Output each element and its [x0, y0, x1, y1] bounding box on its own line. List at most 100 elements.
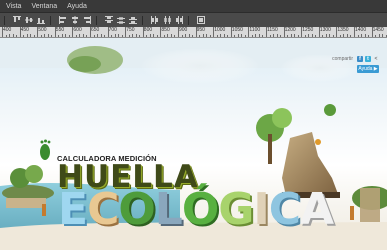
align-bottom-icon[interactable]	[36, 16, 45, 24]
ruler-minor-tick	[61, 34, 63, 37]
ruler-minor-tick	[361, 34, 363, 37]
ruler-label: 1200	[284, 27, 296, 33]
ruler-minor-tick	[114, 34, 116, 37]
ruler-minor-tick	[185, 34, 187, 37]
distribute-vcenter-icon[interactable]	[116, 16, 125, 24]
auto-align-icon[interactable]	[196, 16, 205, 24]
ruler-minor-tick	[339, 35, 341, 37]
share-label: compartir	[332, 56, 353, 62]
ruler-minor-tick	[206, 34, 208, 37]
ruler-minor-tick	[79, 34, 81, 37]
options-toolbar	[0, 12, 387, 28]
document-canvas[interactable]: compartir f t < Ayuda ▶ CALCULADORA MEDI…	[0, 38, 387, 250]
ruler-minor-tick	[364, 34, 366, 37]
ruler-minor-tick	[258, 34, 260, 37]
twitter-icon[interactable]: t	[365, 56, 371, 62]
ruler-minor-tick	[276, 34, 278, 37]
ruler-label: 800	[143, 27, 153, 33]
align-middle-icon[interactable]	[24, 16, 33, 24]
ruler-label: 400	[3, 27, 12, 33]
ruler-minor-tick	[255, 34, 257, 37]
ruler-minor-tick	[315, 35, 317, 37]
toolbar-separator	[4, 15, 5, 25]
ruler-minor-tick	[357, 35, 359, 37]
ruler-minor-tick	[40, 35, 42, 37]
ruler-minor-tick	[216, 35, 218, 37]
ruler-minor-tick	[146, 35, 148, 37]
ruler-minor-tick	[156, 35, 158, 37]
ruler-minor-tick	[167, 34, 169, 37]
ruler-label: 550	[55, 27, 65, 33]
ruler-minor-tick	[163, 35, 165, 37]
ruler-minor-tick	[322, 35, 324, 37]
ruler-minor-tick	[23, 35, 25, 37]
ruler-label: 900	[179, 27, 188, 33]
ruler-label: 1000	[214, 27, 226, 33]
align-top-icon[interactable]	[12, 16, 21, 24]
ruler-label: 1300	[319, 27, 331, 33]
ruler-label: 1100	[249, 27, 261, 33]
ruler-minor-tick	[227, 35, 229, 37]
ruler-label: 950	[196, 27, 205, 33]
ruler-minor-tick	[375, 35, 377, 37]
ruler-label: 1450	[372, 27, 384, 33]
ruler-minor-tick	[251, 35, 253, 37]
ruler-minor-tick	[311, 34, 313, 37]
title-letter: E	[58, 184, 88, 235]
ruler-label: 1150	[267, 27, 278, 33]
ruler-minor-tick	[209, 35, 211, 37]
ruler-minor-tick	[202, 34, 204, 37]
ruler-label: 750	[126, 27, 135, 33]
ruler-minor-tick	[149, 34, 151, 37]
title-letter: C	[268, 184, 301, 235]
ruler-minor-tick	[378, 34, 380, 37]
title-letter: I	[253, 184, 269, 235]
facebook-icon[interactable]: f	[357, 56, 363, 62]
ruler-minor-tick	[86, 35, 88, 37]
ruler-minor-tick	[192, 35, 194, 37]
ruler-minor-tick	[290, 34, 292, 37]
distribute-right-icon[interactable]	[174, 16, 183, 24]
share-icon[interactable]: <	[373, 56, 379, 62]
ruler-minor-tick	[287, 35, 289, 37]
align-hcenter-icon[interactable]	[70, 16, 79, 24]
ruler-minor-tick	[93, 35, 95, 37]
ruler-minor-tick	[75, 35, 77, 37]
distribute-left-icon[interactable]	[150, 16, 159, 24]
toolbar-separator	[188, 15, 189, 25]
ruler-minor-tick	[135, 34, 137, 37]
ruler-minor-tick	[5, 35, 7, 37]
align-right-icon[interactable]	[82, 16, 91, 24]
title-letter: G	[218, 184, 254, 235]
toolbar-separator	[142, 15, 143, 25]
ruler-minor-tick	[104, 35, 106, 37]
ruler-minor-tick	[234, 35, 236, 37]
ruler-minor-tick	[47, 34, 49, 37]
distribute-top-icon[interactable]	[104, 16, 113, 24]
ruler-minor-tick	[343, 34, 345, 37]
menu-ayuda[interactable]: Ayuda	[67, 3, 87, 10]
ruler-minor-tick	[244, 35, 246, 37]
ruler-minor-tick	[262, 35, 264, 37]
help-button[interactable]: Ayuda ▶	[357, 65, 379, 73]
footprint-logo	[40, 139, 51, 160]
title-letter: C	[87, 184, 119, 235]
title-letter: O	[118, 184, 155, 235]
horizontal-ruler[interactable]: 400 450 500 550 600 650 700 750 800 850 900 950 1000…	[0, 27, 387, 38]
distribute-bottom-icon[interactable]	[128, 16, 137, 24]
ruler-label: 1050	[231, 27, 243, 33]
menu-ventana[interactable]: Ventana	[31, 3, 57, 10]
align-left-icon[interactable]	[58, 16, 67, 24]
ruler-label: 600	[73, 27, 82, 33]
distribute-center-icon[interactable]	[162, 16, 171, 24]
ruler-minor-tick	[223, 34, 225, 37]
ruler-minor-tick	[139, 35, 141, 37]
ruler-minor-tick	[181, 35, 183, 37]
ruler-minor-tick	[44, 34, 46, 37]
menu-vista[interactable]: Vista	[6, 3, 21, 10]
ruler-minor-tick	[16, 35, 18, 37]
ruler-label: 1400	[355, 27, 367, 33]
ruler-label: 500	[38, 27, 47, 33]
ruler-label: 650	[91, 27, 100, 33]
ruler-label: 850	[161, 27, 170, 33]
